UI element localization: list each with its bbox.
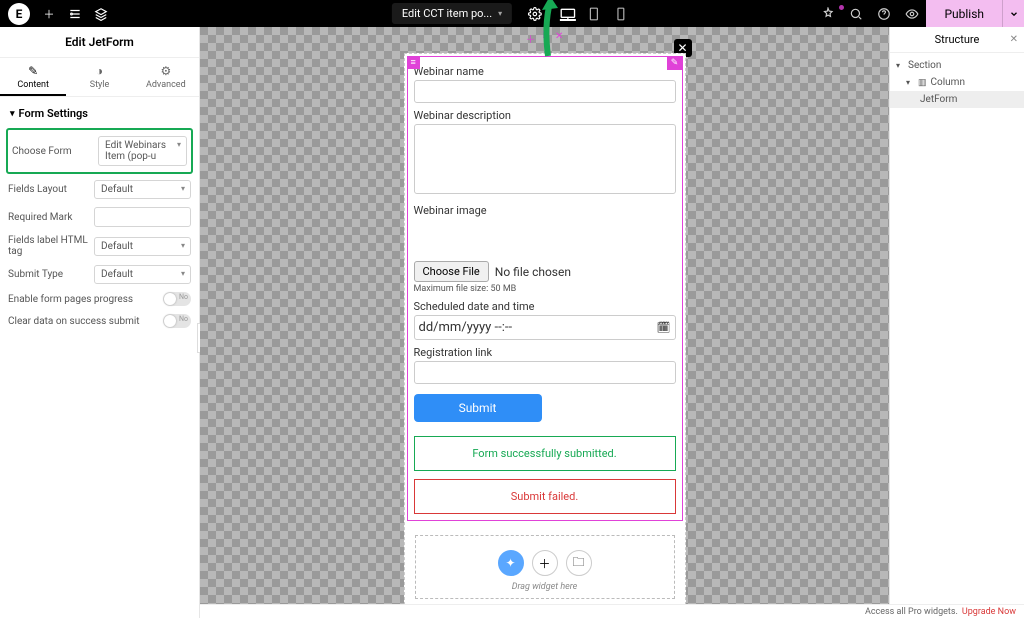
column-icon: ▥	[918, 78, 927, 88]
calendar-icon: 🗓	[657, 321, 671, 334]
topbar-right: Publish	[814, 0, 1024, 27]
responsive-devices	[560, 7, 632, 21]
drag-section-icon[interactable]: ⠿	[542, 31, 549, 46]
tab-style[interactable]: ◑Style	[66, 58, 132, 96]
clear-success-toggle[interactable]: No	[163, 314, 191, 328]
control-fields-layout: Fields Layout Default	[0, 176, 199, 203]
panel-tabs: ✎Content ◑Style ⚙Advanced	[0, 58, 199, 97]
date-field-input[interactable]: dd/mm/yyyy --:-- 🗓	[414, 315, 676, 340]
control-label-tag: Fields label HTML tag Default	[0, 231, 199, 261]
submit-type-label: Submit Type	[8, 269, 94, 280]
preview-icon[interactable]	[898, 7, 926, 21]
label-tag-label: Fields label HTML tag	[8, 235, 94, 257]
choose-form-label: Choose Form	[12, 146, 98, 157]
structure-tree: ▾Section ▾▥Column JetForm	[890, 53, 1024, 112]
whats-new-icon[interactable]	[814, 7, 842, 21]
reg-field-label: Registration link	[414, 346, 676, 359]
widget-dropzone[interactable]: ✦ ＋ 🗀 Drag widget here	[415, 535, 675, 599]
choose-file-button[interactable]: Choose File	[414, 261, 489, 282]
add-section-icon[interactable]: ＋	[526, 31, 536, 46]
publish-button[interactable]: Publish	[926, 0, 1002, 27]
pages-progress-label: Enable form pages progress	[8, 294, 163, 305]
image-field-label: Webinar image	[414, 204, 676, 217]
tab-content[interactable]: ✎Content	[0, 58, 66, 96]
gear-icon: ⚙	[133, 64, 199, 78]
topbar-center: Edit CCT item po... ▾	[392, 3, 632, 24]
choose-form-select[interactable]: Edit Webinars Item (pop-u	[98, 136, 187, 166]
control-pages-progress: Enable form pages progress No	[0, 288, 199, 310]
reg-field-input[interactable]	[414, 361, 676, 384]
control-clear-success: Clear data on success submit No	[0, 310, 199, 332]
control-required-mark: Required Mark	[0, 203, 199, 231]
pencil-icon: ✎	[0, 64, 66, 78]
file-upload-row: Choose File No file chosen	[414, 261, 676, 282]
chevron-down-icon: ▾	[498, 9, 502, 18]
success-message: Form successfully submitted.	[414, 436, 676, 471]
elementor-logo[interactable]: E	[8, 3, 30, 25]
dropzone-magic-icon[interactable]: ✦	[498, 550, 524, 576]
jetform-widget[interactable]: ≡ ✎ Webinar name Webinar description Web…	[407, 56, 683, 521]
file-status-text: No file chosen	[495, 265, 571, 279]
finder-search-icon[interactable]	[842, 7, 870, 21]
desc-field-input[interactable]	[414, 124, 676, 194]
widget-settings-panel: Edit JetForm ✎Content ◑Style ⚙Advanced F…	[0, 27, 200, 618]
site-settings-icon[interactable]	[68, 7, 82, 21]
submit-button[interactable]: Submit	[414, 394, 542, 422]
dropzone-hint: Drag widget here	[416, 582, 674, 592]
popup-body: ≡ ✎ Webinar name Webinar description Web…	[404, 53, 686, 610]
desktop-device-icon[interactable]	[560, 7, 576, 21]
required-mark-input[interactable]	[94, 207, 191, 227]
date-placeholder: dd/mm/yyyy --:--	[419, 320, 513, 335]
dropzone-folder-icon[interactable]: 🗀	[566, 550, 592, 576]
label-tag-select[interactable]: Default	[94, 237, 191, 256]
document-title-text: Edit CCT item po...	[402, 7, 492, 20]
editor-canvas: ＋ ⠿ ✕ ✕ ≡ ✎ Webinar name Webinar descrip…	[200, 27, 889, 618]
widget-edit-icon[interactable]: ✎	[667, 56, 683, 70]
structure-panel: Structure ✕ ▾Section ▾▥Column JetForm	[889, 27, 1024, 604]
publish-dropdown[interactable]	[1002, 0, 1024, 27]
name-field-input[interactable]	[414, 80, 676, 103]
structure-close-icon[interactable]: ✕	[1010, 34, 1018, 45]
fields-layout-select[interactable]: Default	[94, 180, 191, 199]
control-choose-form: Choose Form Edit Webinars Item (pop-u	[6, 128, 193, 174]
name-field-label: Webinar name	[414, 65, 676, 78]
layers-icon[interactable]	[94, 7, 108, 21]
footer-bar: Access all Pro widgets. Upgrade Now	[200, 604, 1024, 618]
tree-section[interactable]: ▾Section	[890, 57, 1024, 74]
footer-text: Access all Pro widgets.	[865, 607, 958, 617]
upgrade-link[interactable]: Upgrade Now	[962, 607, 1016, 617]
page-settings-icon[interactable]	[528, 7, 542, 21]
tree-column[interactable]: ▾▥Column	[890, 74, 1024, 91]
file-hint-text: Maximum file size: 50 MB	[414, 284, 676, 294]
popup-container: ＋ ⠿ ✕ ✕ ≡ ✎ Webinar name Webinar descrip…	[404, 35, 686, 610]
dropzone-add-icon[interactable]: ＋	[532, 550, 558, 576]
top-bar: E ＋ Edit CCT item po... ▾	[0, 0, 1024, 27]
section-handles: ＋ ⠿ ✕	[526, 31, 564, 46]
section-form-settings[interactable]: Form Settings	[0, 97, 199, 126]
dropzone-buttons: ✦ ＋ 🗀	[416, 550, 674, 576]
delete-section-icon[interactable]: ✕	[555, 31, 563, 46]
structure-title: Structure ✕	[890, 27, 1024, 53]
clear-success-label: Clear data on success submit	[8, 316, 163, 327]
date-field-label: Scheduled date and time	[414, 300, 676, 313]
pages-progress-toggle[interactable]: No	[163, 292, 191, 306]
required-mark-label: Required Mark	[8, 212, 94, 223]
topbar-left: E ＋	[0, 3, 108, 25]
document-title[interactable]: Edit CCT item po... ▾	[392, 3, 512, 24]
submit-type-select[interactable]: Default	[94, 265, 191, 284]
panel-title: Edit JetForm	[0, 27, 199, 58]
desc-field-label: Webinar description	[414, 109, 676, 122]
widget-type-badge: ≡	[407, 56, 420, 69]
mobile-device-icon[interactable]	[616, 7, 632, 21]
fail-message: Submit failed.	[414, 479, 676, 514]
add-element-icon[interactable]: ＋	[42, 7, 56, 21]
tab-advanced[interactable]: ⚙Advanced	[133, 58, 199, 96]
tablet-device-icon[interactable]	[588, 7, 604, 21]
fields-layout-label: Fields Layout	[8, 184, 94, 195]
control-submit-type: Submit Type Default	[0, 261, 199, 288]
style-icon: ◑	[66, 64, 132, 78]
help-icon[interactable]	[870, 7, 898, 21]
tree-jetform[interactable]: JetForm	[890, 91, 1024, 108]
